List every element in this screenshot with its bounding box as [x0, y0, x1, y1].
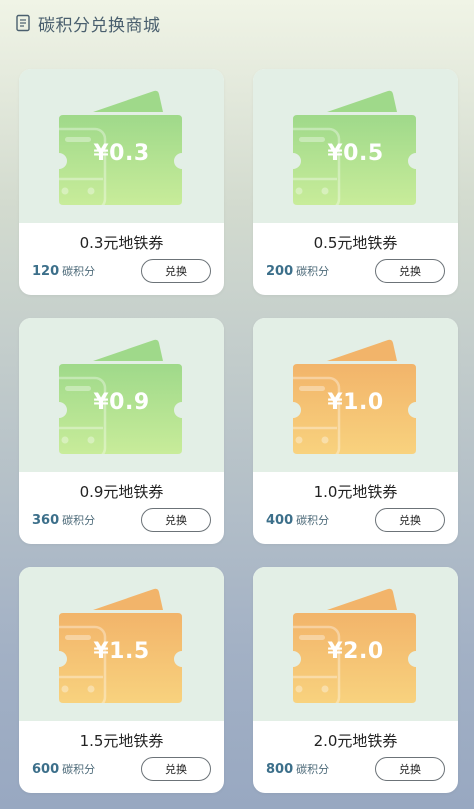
voucher-image: ¥0.5	[253, 69, 458, 223]
voucher-title: 1.0元地铁券	[313, 483, 398, 501]
voucher-image: ¥1.5	[19, 567, 224, 721]
exchange-button[interactable]: 兑换	[375, 259, 445, 283]
voucher-card[interactable]: ¥0.3 0.3元地铁券 120 碳积分 兑换	[19, 69, 224, 295]
voucher-value: ¥0.3	[93, 141, 150, 166]
exchange-button[interactable]: 兑换	[375, 508, 445, 532]
points-unit: 碳积分	[296, 763, 330, 776]
exchange-button[interactable]: 兑换	[141, 259, 211, 283]
voucher-value: ¥1.5	[93, 639, 150, 664]
exchange-button[interactable]: 兑换	[141, 508, 211, 532]
exchange-button[interactable]: 兑换	[375, 757, 445, 781]
voucher-value: ¥0.5	[327, 141, 384, 166]
page-title: 碳积分兑换商城	[38, 15, 161, 36]
voucher-value: ¥2.0	[327, 639, 384, 664]
voucher-footer: 360 碳积分 兑换	[19, 508, 224, 532]
voucher-footer: 400 碳积分 兑换	[253, 508, 458, 532]
voucher-title: 2.0元地铁券	[313, 732, 398, 750]
voucher-title: 0.3元地铁券	[79, 234, 164, 252]
voucher-card[interactable]: ¥1.5 1.5元地铁券 600 碳积分 兑换	[19, 567, 224, 793]
voucher-card[interactable]: ¥0.9 0.9元地铁券 360 碳积分 兑换	[19, 318, 224, 544]
voucher-footer: 120 碳积分 兑换	[19, 259, 224, 283]
voucher-image: ¥0.9	[19, 318, 224, 472]
points-cost: 600 碳积分	[32, 761, 95, 777]
points-number: 800	[266, 762, 294, 777]
voucher-footer: 800 碳积分 兑换	[253, 757, 458, 781]
voucher-value: ¥1.0	[327, 390, 384, 415]
points-number: 400	[266, 513, 294, 528]
points-number: 200	[266, 264, 294, 279]
voucher-image: ¥0.3	[19, 69, 224, 223]
points-number: 360	[32, 513, 60, 528]
points-unit: 碳积分	[62, 265, 96, 278]
points-cost: 360 碳积分	[32, 512, 95, 528]
voucher-image: ¥1.0	[253, 318, 458, 472]
voucher-card[interactable]: ¥0.5 0.5元地铁券 200 碳积分 兑换	[253, 69, 458, 295]
voucher-image: ¥2.0	[253, 567, 458, 721]
points-number: 120	[32, 264, 60, 279]
points-unit: 碳积分	[62, 514, 96, 527]
points-cost: 800 碳积分	[266, 761, 329, 777]
exchange-button[interactable]: 兑换	[141, 757, 211, 781]
points-unit: 碳积分	[296, 265, 330, 278]
points-cost: 120 碳积分	[32, 263, 95, 279]
voucher-title: 0.9元地铁券	[79, 483, 164, 501]
voucher-footer: 600 碳积分 兑换	[19, 757, 224, 781]
points-unit: 碳积分	[296, 514, 330, 527]
voucher-title: 0.5元地铁券	[313, 234, 398, 252]
points-cost: 200 碳积分	[266, 263, 329, 279]
points-number: 600	[32, 762, 60, 777]
receipt-icon	[16, 14, 30, 32]
voucher-card[interactable]: ¥2.0 2.0元地铁券 800 碳积分 兑换	[253, 567, 458, 793]
voucher-grid: ¥0.3 0.3元地铁券 120 碳积分 兑换 ¥0.5 0.5元地铁券 200…	[19, 69, 458, 793]
points-unit: 碳积分	[62, 763, 96, 776]
voucher-card[interactable]: ¥1.0 1.0元地铁券 400 碳积分 兑换	[253, 318, 458, 544]
points-cost: 400 碳积分	[266, 512, 329, 528]
voucher-footer: 200 碳积分 兑换	[253, 259, 458, 283]
page-header: 碳积分兑换商城	[16, 10, 161, 36]
voucher-value: ¥0.9	[93, 390, 150, 415]
voucher-title: 1.5元地铁券	[79, 732, 164, 750]
